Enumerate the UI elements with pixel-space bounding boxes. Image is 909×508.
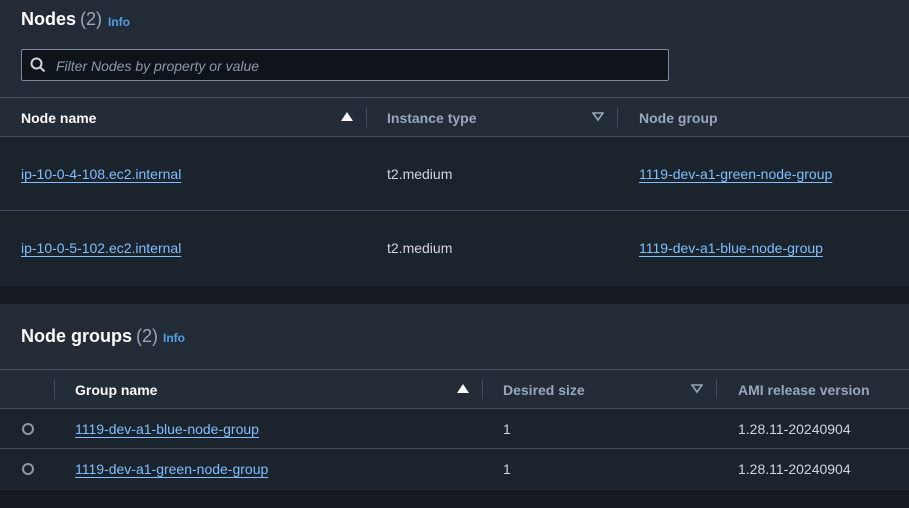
sort-ascending-icon[interactable] (341, 112, 353, 122)
column-separator[interactable] (716, 379, 717, 399)
nodes-count: (2) (80, 9, 103, 29)
node-name-link[interactable]: ip-10-0-5-102.ec2.internal (21, 240, 181, 256)
column-header-node-group[interactable]: Node group (639, 110, 718, 126)
column-header-group-name[interactable]: Group name (75, 382, 157, 398)
table-row: 1119-dev-a1-blue-node-group 1 1.28.11-20… (0, 409, 909, 448)
nodes-info-link[interactable]: Info (108, 15, 130, 29)
ami-version-cell: 1.28.11-20240904 (738, 461, 851, 477)
column-separator[interactable] (482, 379, 483, 399)
nodes-header: Nodes (2) (21, 9, 102, 30)
column-header-ami-release-version[interactable]: AMI release version (738, 382, 870, 398)
group-name-link[interactable]: 1119-dev-a1-blue-node-group (75, 421, 259, 437)
node-groups-panel: Node groups (2) Info Group name Desired s… (0, 304, 909, 490)
nodes-filter[interactable] (21, 49, 669, 82)
nodes-filter-input[interactable] (54, 50, 658, 82)
divider (0, 369, 909, 370)
instance-type-cell: t2.medium (387, 166, 453, 182)
column-header-instance-type[interactable]: Instance type (387, 110, 476, 126)
node-groups-title: Node groups (21, 326, 132, 346)
column-header-node-name[interactable]: Node name (21, 110, 96, 126)
nodes-title: Nodes (21, 9, 77, 29)
sort-descending-icon[interactable] (691, 384, 703, 394)
sort-ascending-icon[interactable] (457, 384, 469, 394)
row-select-radio[interactable] (22, 463, 34, 475)
desired-size-cell: 1 (503, 421, 511, 437)
node-groups-info-link[interactable]: Info (163, 331, 185, 345)
sort-descending-icon[interactable] (592, 112, 604, 122)
node-group-link[interactable]: 1119-dev-a1-green-node-group (639, 166, 832, 182)
table-row: ip-10-0-5-102.ec2.internal t2.medium 111… (0, 211, 909, 285)
divider (0, 97, 909, 98)
desired-size-cell: 1 (503, 461, 511, 477)
node-groups-count: (2) (136, 326, 158, 346)
table-row: 1119-dev-a1-green-node-group 1 1.28.11-2… (0, 449, 909, 489)
node-groups-header: Node groups (2) (21, 326, 158, 347)
node-group-link[interactable]: 1119-dev-a1-blue-node-group (639, 240, 823, 256)
group-name-link[interactable]: 1119-dev-a1-green-node-group (75, 461, 268, 477)
instance-type-cell: t2.medium (387, 240, 453, 256)
column-separator[interactable] (617, 107, 618, 127)
node-name-link[interactable]: ip-10-0-4-108.ec2.internal (21, 166, 181, 182)
column-separator (54, 379, 55, 399)
table-row: ip-10-0-4-108.ec2.internal t2.medium 111… (0, 137, 909, 210)
row-select-radio[interactable] (22, 423, 34, 435)
search-icon (30, 57, 46, 73)
nodes-panel: Nodes(2) Info Node name Instance type No… (0, 0, 909, 286)
ami-version-cell: 1.28.11-20240904 (738, 421, 851, 437)
column-header-desired-size[interactable]: Desired size (503, 382, 585, 398)
column-separator[interactable] (366, 107, 367, 127)
